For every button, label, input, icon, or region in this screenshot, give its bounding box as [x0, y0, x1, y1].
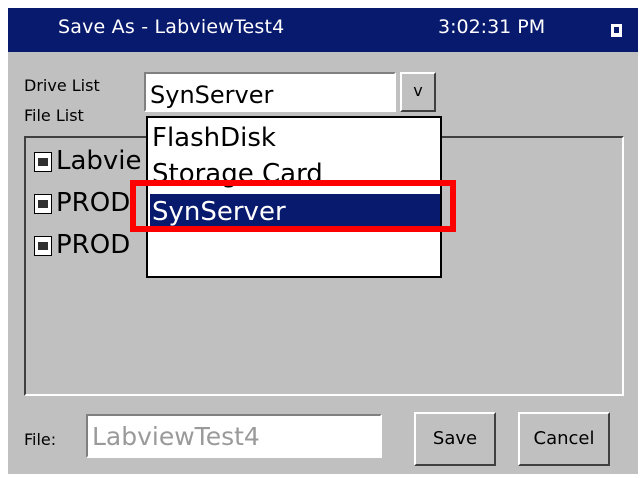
keyboard-icon[interactable] — [611, 24, 622, 37]
drive-list-label: Drive List — [24, 76, 100, 95]
window-title: Save As - LabviewTest4 — [58, 16, 285, 38]
file-icon — [34, 152, 52, 172]
drive-select[interactable]: SynServer — [144, 72, 396, 112]
clock: 3:02:31 PM — [438, 16, 546, 38]
drive-dropdown-button[interactable]: v — [400, 72, 436, 112]
save-as-dialog: Save As - LabviewTest4 3:02:31 PM Drive … — [8, 8, 638, 474]
annotation-highlight-box — [130, 180, 456, 232]
drive-option-flashdisk[interactable]: FlashDisk — [150, 120, 440, 156]
drive-select-value: SynServer — [150, 81, 274, 109]
file-icon — [34, 236, 52, 256]
file-label: File: — [24, 430, 57, 449]
file-name: Labvie — [56, 146, 142, 176]
cancel-button[interactable]: Cancel — [518, 412, 610, 466]
file-list-label: File List — [24, 106, 84, 125]
file-name: PROD — [56, 188, 131, 218]
file-icon — [34, 194, 52, 214]
title-bar: Save As - LabviewTest4 3:02:31 PM — [8, 8, 638, 52]
file-name-field[interactable]: LabviewTest4 — [86, 414, 382, 458]
file-name: PROD — [56, 230, 131, 260]
save-button[interactable]: Save — [414, 412, 496, 466]
